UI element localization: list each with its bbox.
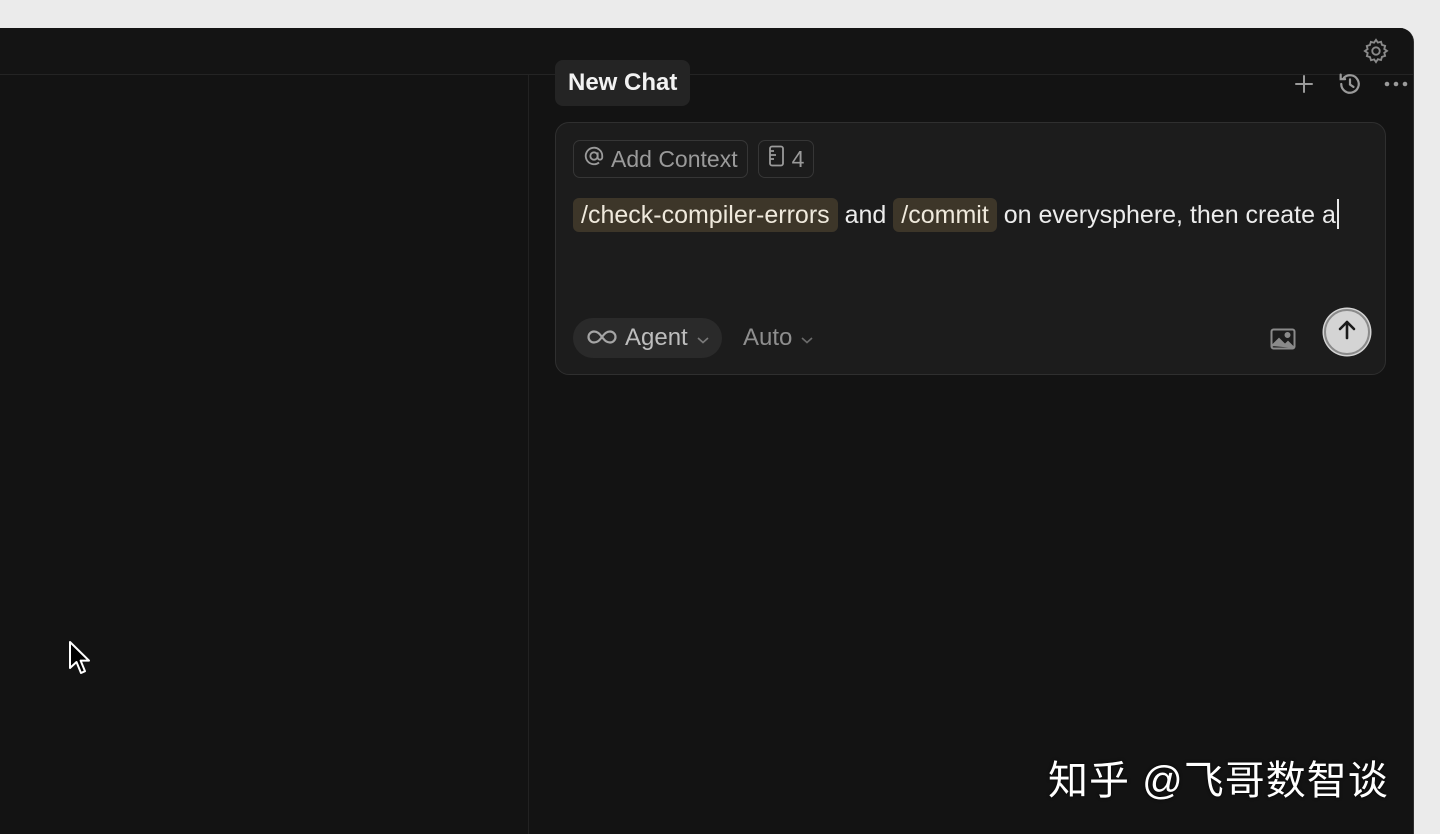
mouse-pointer-icon	[68, 640, 94, 681]
model-label: Auto	[743, 324, 793, 351]
add-context-button[interactable]: Add Context	[573, 140, 748, 178]
command-chip-check-compiler-errors[interactable]: /check-compiler-errors	[573, 198, 838, 232]
at-icon	[583, 145, 605, 173]
plus-icon[interactable]	[1286, 66, 1322, 102]
rules-count: 4	[791, 145, 805, 172]
command-chip-commit[interactable]: /commit	[893, 198, 997, 232]
pane-divider[interactable]	[528, 75, 529, 834]
chevron-down-icon	[696, 324, 710, 352]
model-selector[interactable]: Auto	[743, 318, 814, 358]
watermark: 知乎 @飞哥数智谈	[1048, 759, 1389, 803]
image-icon[interactable]	[1268, 324, 1298, 354]
context-row: Add Context 4	[573, 140, 815, 178]
tab-new-chat[interactable]: New Chat	[555, 60, 691, 106]
more-icon[interactable]	[1378, 66, 1414, 102]
mode-label: Agent	[625, 324, 688, 351]
add-context-label: Add Context	[611, 145, 738, 172]
text-caret	[1336, 199, 1339, 229]
prompt-text: on everysphere, then create a	[996, 201, 1336, 229]
mode-selector[interactable]: Agent	[573, 318, 722, 358]
rules-chip[interactable]: 4	[757, 140, 815, 178]
chevron-down-icon	[800, 324, 814, 352]
ruler-icon	[768, 145, 786, 173]
history-icon[interactable]	[1332, 66, 1368, 102]
composer-toolbar: Agent Auto	[573, 309, 1370, 358]
prompt-input[interactable]: /check-compiler-errors and /commit on ev…	[573, 195, 1363, 235]
send-button[interactable]	[1324, 309, 1370, 355]
chat-header-actions	[1286, 66, 1414, 102]
prompt-text: and	[837, 201, 894, 229]
infinity-icon	[587, 324, 617, 352]
arrow-up-icon	[1335, 318, 1359, 347]
chat-composer[interactable]: Add Context 4 /check-compiler-errors and…	[555, 122, 1386, 375]
chat-header: New Chat	[555, 60, 1414, 106]
